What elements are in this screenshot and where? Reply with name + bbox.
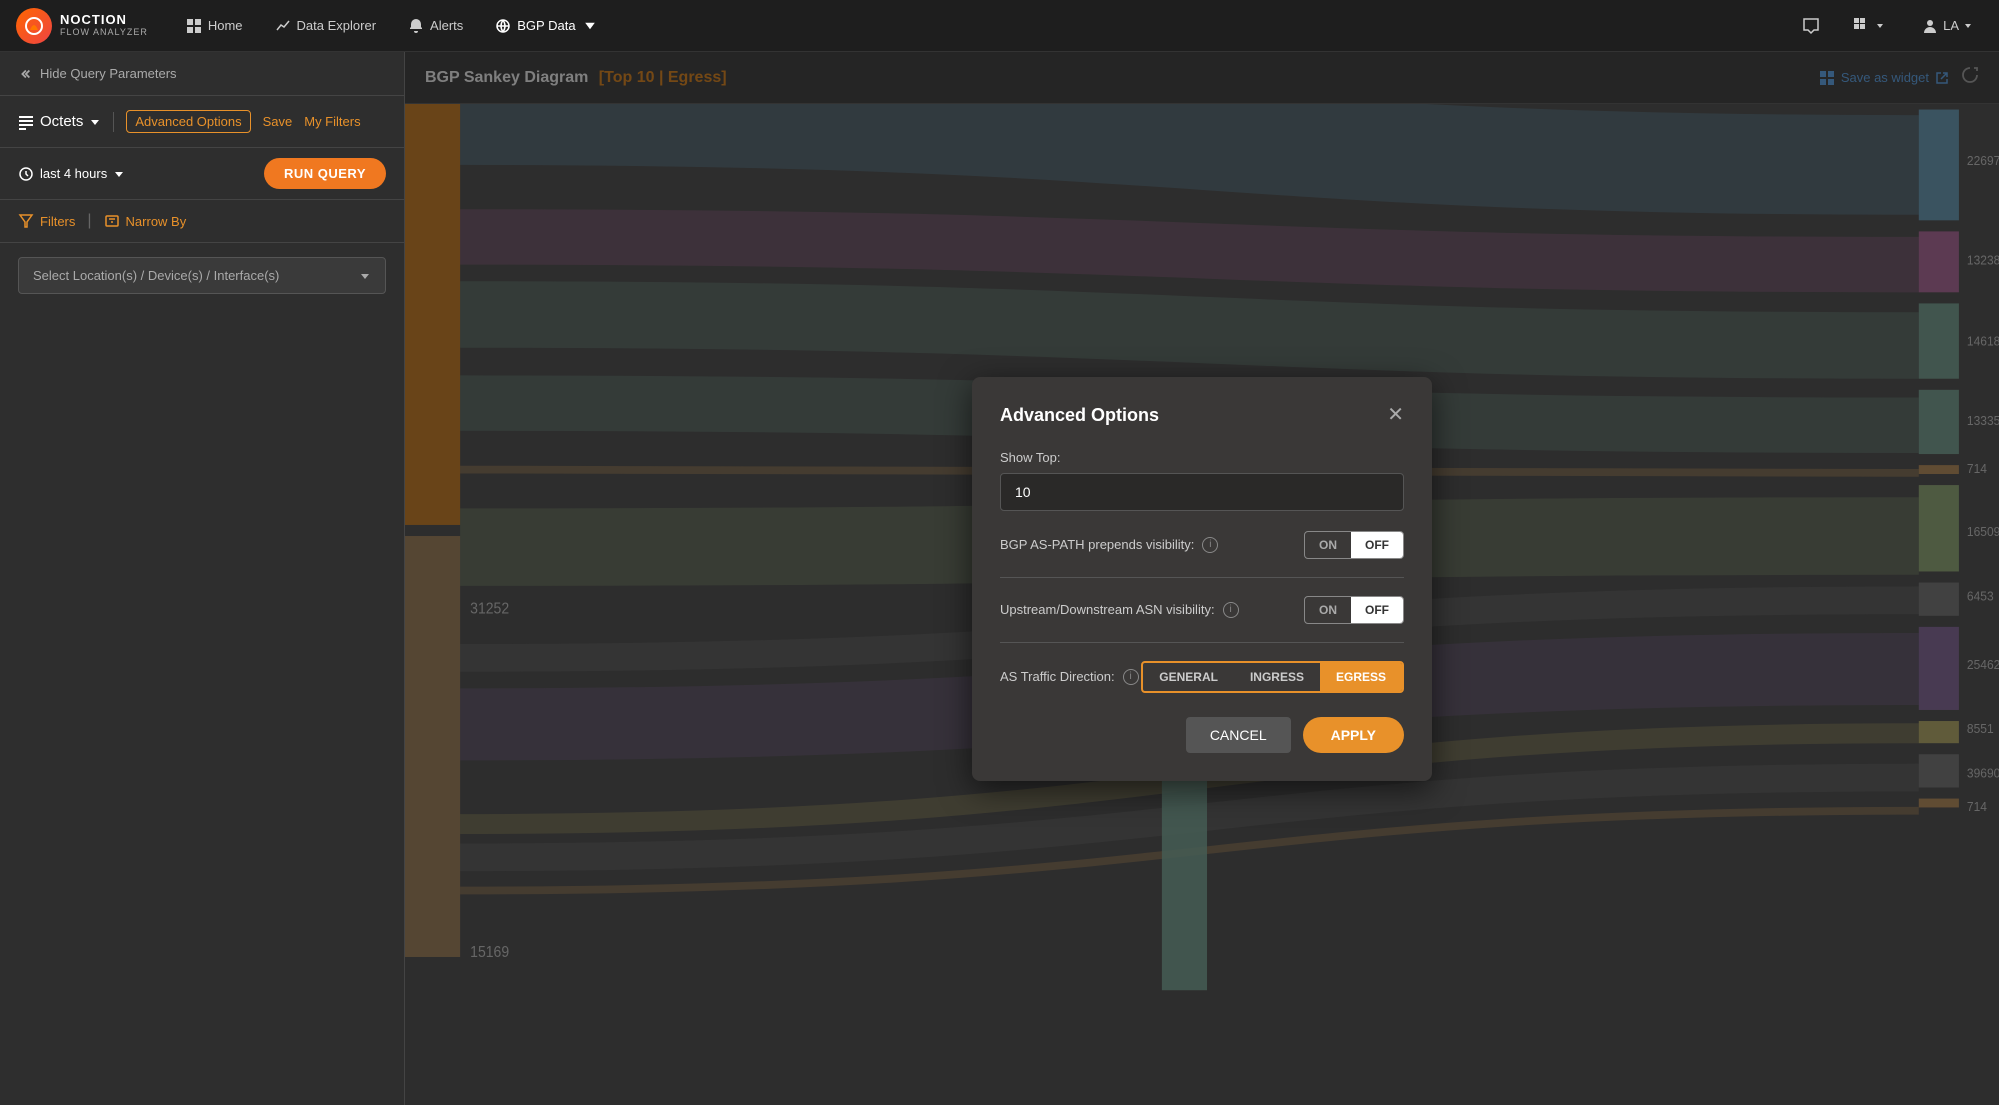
left-panel: Hide Query Parameters Octets Advanced Op… xyxy=(0,52,405,1105)
divider xyxy=(113,112,114,132)
nav-items: Home Data Explorer Alerts BGP Data xyxy=(172,12,612,40)
nav-data-explorer-label: Data Explorer xyxy=(297,18,376,33)
nav-data-explorer[interactable]: Data Explorer xyxy=(261,12,390,40)
bgp-prepend-off[interactable]: OFF xyxy=(1351,532,1403,558)
show-top-label: Show Top: xyxy=(1000,450,1404,465)
nav-home-label: Home xyxy=(208,18,243,33)
upstream-row: Upstream/Downstream ASN visibility: i ON… xyxy=(1000,596,1404,643)
location-select[interactable]: Select Location(s) / Device(s) / Interfa… xyxy=(18,257,386,294)
main-layout: Hide Query Parameters Octets Advanced Op… xyxy=(0,52,1999,1105)
grid-settings-btn[interactable] xyxy=(1843,13,1895,39)
chevron-down-icon-3 xyxy=(1963,21,1973,31)
filter-icon xyxy=(18,213,34,229)
direction-general[interactable]: GENERAL xyxy=(1143,663,1234,691)
bgp-prepend-label: BGP AS-PATH prepends visibility: i xyxy=(1000,537,1218,553)
upstream-off[interactable]: OFF xyxy=(1351,597,1403,623)
hide-params-label: Hide Query Parameters xyxy=(40,66,177,81)
logo-sub: FLOW ANALYZER xyxy=(60,28,148,38)
logo-text: NOCTION FLOW ANALYZER xyxy=(60,13,148,37)
user-btn[interactable]: LA xyxy=(1911,13,1983,39)
clock-icon xyxy=(18,166,34,182)
narrow-by-btn[interactable]: Narrow By xyxy=(104,213,187,229)
direction-row: AS Traffic Direction: i GENERAL INGRESS … xyxy=(1000,661,1404,693)
time-label: last 4 hours xyxy=(40,166,107,181)
nav-home[interactable]: Home xyxy=(172,12,257,40)
bgp-prepend-on[interactable]: ON xyxy=(1305,532,1351,558)
grid-icon xyxy=(186,18,202,34)
narrow-by-label: Narrow By xyxy=(126,214,187,229)
show-top-field: Show Top: xyxy=(1000,450,1404,511)
modal-header: Advanced Options ✕ xyxy=(1000,405,1404,426)
chevron-down-icon-5 xyxy=(113,168,125,180)
bgp-prepend-row: BGP AS-PATH prepends visibility: i ON OF… xyxy=(1000,531,1404,578)
upstream-info-icon[interactable]: i xyxy=(1223,602,1239,618)
direction-text: AS Traffic Direction: xyxy=(1000,669,1115,684)
hide-query-params-btn[interactable]: Hide Query Parameters xyxy=(0,52,404,96)
apply-button[interactable]: APPLY xyxy=(1303,717,1404,753)
time-row: last 4 hours RUN QUERY xyxy=(0,148,404,200)
location-placeholder: Select Location(s) / Device(s) / Interfa… xyxy=(33,268,279,283)
chart-icon xyxy=(275,18,291,34)
chevron-down-icon xyxy=(582,18,598,34)
nav-right: LA xyxy=(1795,10,1983,42)
upstream-label: Upstream/Downstream ASN visibility: i xyxy=(1000,602,1239,618)
run-query-btn[interactable]: RUN QUERY xyxy=(264,158,386,189)
user-icon xyxy=(1921,17,1939,35)
nav-bgp-data[interactable]: BGP Data xyxy=(481,12,611,40)
nav-alerts[interactable]: Alerts xyxy=(394,12,477,40)
bell-icon xyxy=(408,18,424,34)
bgp-prepend-toggle[interactable]: ON OFF xyxy=(1304,531,1404,559)
direction-label: AS Traffic Direction: i xyxy=(1000,669,1139,685)
save-btn[interactable]: Save xyxy=(263,114,293,129)
advanced-options-modal: Advanced Options ✕ Show Top: BGP AS-PATH… xyxy=(972,377,1432,781)
modal-title: Advanced Options xyxy=(1000,405,1159,426)
chat-icon xyxy=(1802,17,1820,35)
filter-separator: | xyxy=(87,212,91,230)
logo-icon xyxy=(16,8,52,44)
direction-ingress[interactable]: INGRESS xyxy=(1234,663,1320,691)
advanced-options-btn[interactable]: Advanced Options xyxy=(126,110,250,133)
logo: NOCTION FLOW ANALYZER xyxy=(16,8,148,44)
chevron-left-double-icon xyxy=(18,67,32,81)
direction-egress[interactable]: EGRESS xyxy=(1320,663,1402,691)
right-content: BGP Sankey Diagram [Top 10 | Egress] Sav… xyxy=(405,52,1999,1105)
narrow-icon xyxy=(104,213,120,229)
modal-close-btn[interactable]: ✕ xyxy=(1387,405,1404,425)
bgp-prepend-info-icon[interactable]: i xyxy=(1202,537,1218,553)
bgp-prepend-text: BGP AS-PATH prepends visibility: xyxy=(1000,537,1194,552)
chevron-down-icon-6 xyxy=(359,270,371,282)
bgp-icon xyxy=(495,18,511,34)
chat-icon-btn[interactable] xyxy=(1795,10,1827,42)
direction-info-icon[interactable]: i xyxy=(1123,669,1139,685)
user-initials: LA xyxy=(1943,18,1959,33)
chevron-down-icon-2 xyxy=(1875,21,1885,31)
cancel-button[interactable]: CANCEL xyxy=(1186,717,1291,753)
logo-brand: NOCTION xyxy=(60,13,148,27)
nav-alerts-label: Alerts xyxy=(430,18,463,33)
top-navigation: NOCTION FLOW ANALYZER Home Data Explorer… xyxy=(0,0,1999,52)
modal-footer: CANCEL APPLY xyxy=(1000,717,1404,753)
octets-icon xyxy=(18,114,34,130)
octets-label: Octets xyxy=(40,113,83,130)
my-filters-btn[interactable]: My Filters xyxy=(304,114,360,129)
octets-dropdown-btn[interactable]: Octets xyxy=(18,113,101,130)
panel-controls: Octets Advanced Options Save My Filters xyxy=(0,96,404,148)
upstream-toggle[interactable]: ON OFF xyxy=(1304,596,1404,624)
time-range-btn[interactable]: last 4 hours xyxy=(18,166,125,182)
direction-toggle[interactable]: GENERAL INGRESS EGRESS xyxy=(1141,661,1404,693)
upstream-on[interactable]: ON xyxy=(1305,597,1351,623)
chevron-down-icon-4 xyxy=(89,116,101,128)
filters-btn[interactable]: Filters xyxy=(18,213,75,229)
modal-overlay: Advanced Options ✕ Show Top: BGP AS-PATH… xyxy=(405,52,1999,1105)
show-top-input[interactable] xyxy=(1000,473,1404,511)
nav-bgp-label: BGP Data xyxy=(517,18,575,33)
upstream-text: Upstream/Downstream ASN visibility: xyxy=(1000,602,1215,617)
filter-row: Filters | Narrow By xyxy=(0,200,404,243)
filters-label: Filters xyxy=(40,214,75,229)
grid-settings-icon xyxy=(1853,17,1871,35)
